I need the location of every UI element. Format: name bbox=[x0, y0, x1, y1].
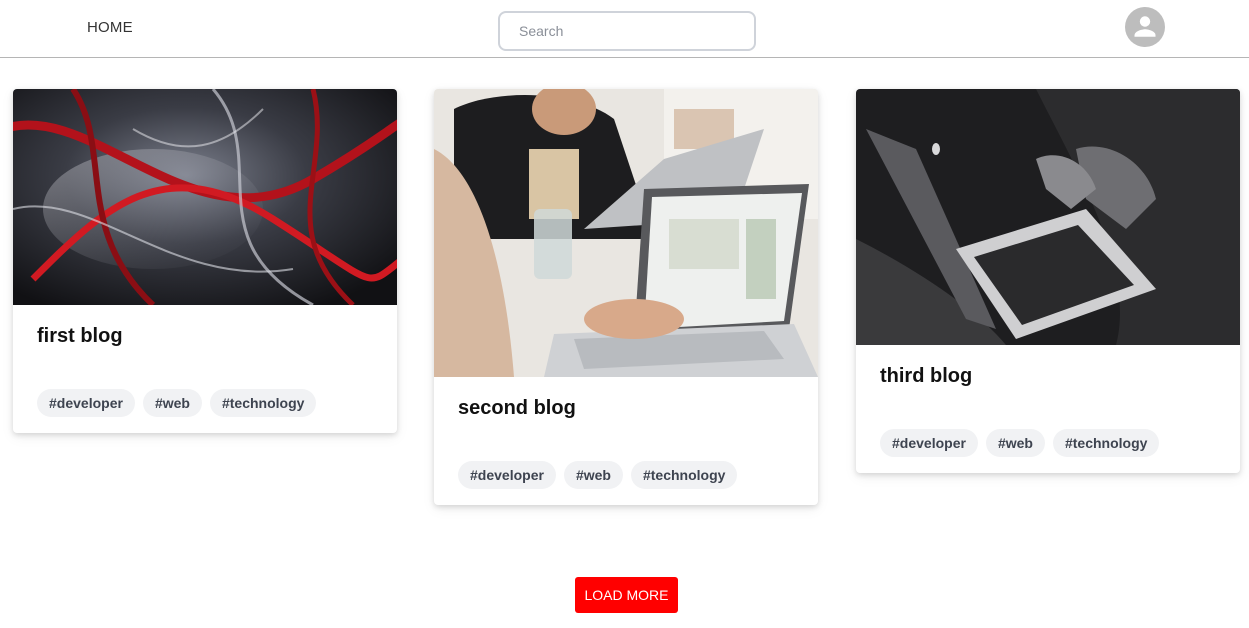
card-title: first blog bbox=[37, 325, 123, 347]
blog-card-second[interactable]: second blog #developer #web #technology bbox=[434, 89, 818, 505]
abstract-red-swirl-image bbox=[13, 89, 397, 305]
card-title: second blog bbox=[458, 397, 576, 419]
tag-chip[interactable]: #web bbox=[985, 429, 1045, 457]
tag-chip[interactable]: #technology bbox=[209, 389, 317, 417]
tag-chip[interactable]: #technology bbox=[630, 461, 738, 489]
blog-card-first[interactable]: first blog #developer #web #technology bbox=[13, 89, 397, 433]
laptop-black-and-white-photo bbox=[856, 89, 1240, 345]
tag-chip[interactable]: #technology bbox=[1052, 429, 1160, 457]
people-working-on-laptop-photo bbox=[434, 89, 818, 377]
card-tags: #developer #web #technology bbox=[880, 429, 1160, 457]
navbar: HOME bbox=[0, 0, 1249, 58]
tag-chip[interactable]: #web bbox=[142, 389, 202, 417]
tag-chip[interactable]: #developer bbox=[37, 389, 135, 417]
nav-home-link[interactable]: HOME bbox=[87, 19, 133, 36]
account-circle-icon[interactable] bbox=[1125, 7, 1165, 47]
load-more-button[interactable]: LOAD MORE bbox=[575, 577, 678, 613]
tag-chip[interactable]: #developer bbox=[880, 429, 978, 457]
card-title: third blog bbox=[880, 365, 973, 387]
card-tags: #developer #web #technology bbox=[37, 389, 317, 417]
search-input[interactable] bbox=[498, 11, 756, 51]
tag-chip[interactable]: #web bbox=[563, 461, 623, 489]
card-tags: #developer #web #technology bbox=[458, 461, 738, 489]
tag-chip[interactable]: #developer bbox=[458, 461, 556, 489]
blog-card-third[interactable]: third blog #developer #web #technology bbox=[856, 89, 1240, 473]
